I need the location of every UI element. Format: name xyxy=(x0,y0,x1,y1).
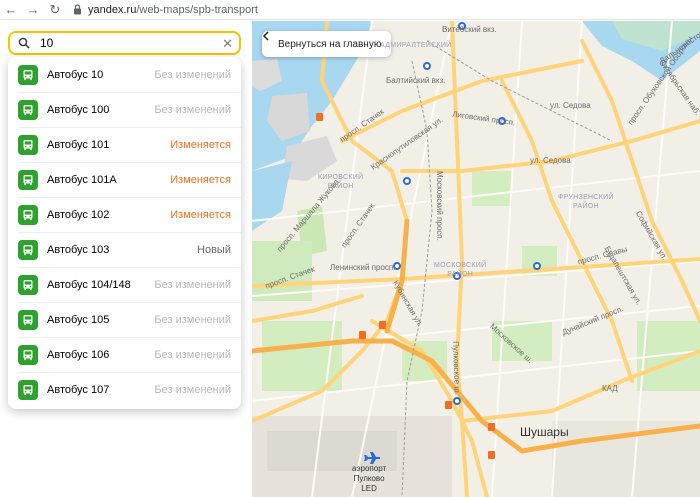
label-moskovsky-pr: Московский просп. xyxy=(435,171,444,241)
route-status: Без изменений xyxy=(154,383,231,396)
bus-icon xyxy=(18,134,38,155)
map-canvas[interactable] xyxy=(252,21,700,497)
route-status: Изменяется xyxy=(170,208,231,221)
district-moskovsky: МОСКОВСКИЙ РАЙОН xyxy=(434,262,487,278)
lock-icon xyxy=(70,3,84,17)
route-status: Без изменений xyxy=(154,278,231,291)
back-to-main-button[interactable]: Вернуться на главную xyxy=(262,31,392,57)
route-status: Без изменений xyxy=(154,313,231,326)
url-text: yandex.ru/web-maps/spb-transport xyxy=(88,4,258,16)
url-path: /web-maps/spb-transport xyxy=(136,3,258,16)
route-name: Автобус 105 xyxy=(47,313,110,326)
route-name: Автобус 101А xyxy=(47,173,117,186)
label-leninsky: Ленинский просп. xyxy=(330,263,396,272)
left-panel: ✕ Автобус 10 Без изменений Автобус 100 Б… xyxy=(0,21,252,497)
route-name: Автобус 102 xyxy=(47,208,110,221)
search-input[interactable] xyxy=(40,36,210,50)
url-domain: yandex.ru xyxy=(88,3,137,16)
address-bar[interactable]: yandex.ru/web-maps/spb-transport xyxy=(66,0,258,20)
route-suggestion[interactable]: Автобус 103 Новый xyxy=(8,232,241,267)
bus-icon xyxy=(18,64,38,85)
search-icon xyxy=(12,33,36,53)
route-suggestion[interactable]: Автобус 101А Изменяется xyxy=(8,162,241,197)
label-airport: аэропорт Пулково LED xyxy=(352,464,387,493)
forward-arrow-icon[interactable]: → xyxy=(22,0,44,20)
route-name: Автобус 107 xyxy=(47,383,110,396)
route-suggestion[interactable]: Автобус 106 Без изменений xyxy=(8,337,241,372)
route-name: Автобус 101 xyxy=(47,138,110,151)
district-admiralteysky: АДМИРАЛТЕЙСКИЙ xyxy=(380,42,452,49)
route-name: Автобус 106 xyxy=(47,348,110,361)
district-frunzensky: ФРУНЗЕНСКИЙ РАЙОН xyxy=(558,194,614,210)
route-status: Изменяется xyxy=(170,173,231,186)
bus-icon xyxy=(18,99,38,120)
bus-icon xyxy=(18,204,38,225)
label-kad: КАД xyxy=(602,384,618,393)
browser-toolbar: ← → ↻ yandex.ru/web-maps/spb-transport xyxy=(0,0,700,20)
bus-icon xyxy=(18,274,38,295)
label-sedova-2: ул. Седова xyxy=(530,156,571,165)
route-status: Новый xyxy=(197,243,231,256)
back-to-main-label: Вернуться на главную xyxy=(278,38,382,50)
map[interactable]: Вернуться на главную АДМИРАЛТЕЙСКИЙ КИРО… xyxy=(252,21,700,497)
route-name: Автобус 10 xyxy=(47,68,104,81)
route-status: Изменяется xyxy=(170,138,231,151)
route-suggestion[interactable]: Автобус 104/148 Без изменений xyxy=(8,267,241,302)
route-suggestion[interactable]: Автобус 10 Без изменений xyxy=(8,57,241,92)
route-suggestion[interactable]: Автобус 102 Изменяется xyxy=(8,197,241,232)
route-suggestion[interactable]: Автобус 100 Без изменений xyxy=(8,92,241,127)
reload-icon[interactable]: ↻ xyxy=(44,0,66,20)
label-sedova: ул. Седова xyxy=(550,101,591,110)
bus-icon xyxy=(18,344,38,365)
bus-icon xyxy=(18,309,38,330)
route-name: Автобус 104/148 xyxy=(47,278,131,291)
label-pulkovskoe: Пулковское ш. xyxy=(451,341,462,396)
clear-icon[interactable]: ✕ xyxy=(222,36,233,52)
suggestions-list: Автобус 10 Без изменений Автобус 100 Без… xyxy=(8,57,241,409)
bus-icon xyxy=(18,239,38,260)
route-name: Автобус 103 xyxy=(47,243,110,256)
route-name: Автобус 100 xyxy=(47,103,110,116)
bus-icon xyxy=(18,379,38,400)
route-suggestion[interactable]: Автобус 101 Изменяется xyxy=(8,127,241,162)
bus-icon xyxy=(18,169,38,190)
label-vitebsky: Витебский вкз. xyxy=(442,25,497,34)
route-status: Без изменений xyxy=(154,103,231,116)
search-box[interactable]: ✕ xyxy=(8,31,241,55)
route-suggestion[interactable]: Автобус 105 Без изменений xyxy=(8,302,241,337)
label-shushary: Шушары xyxy=(520,425,569,439)
route-status: Без изменений xyxy=(154,348,231,361)
route-suggestion[interactable]: Автобус 107 Без изменений xyxy=(8,372,241,407)
back-arrow-icon[interactable]: ← xyxy=(0,0,22,20)
label-baltiysky: Балтийский вкз. xyxy=(386,76,446,85)
route-status: Без изменений xyxy=(154,68,231,81)
